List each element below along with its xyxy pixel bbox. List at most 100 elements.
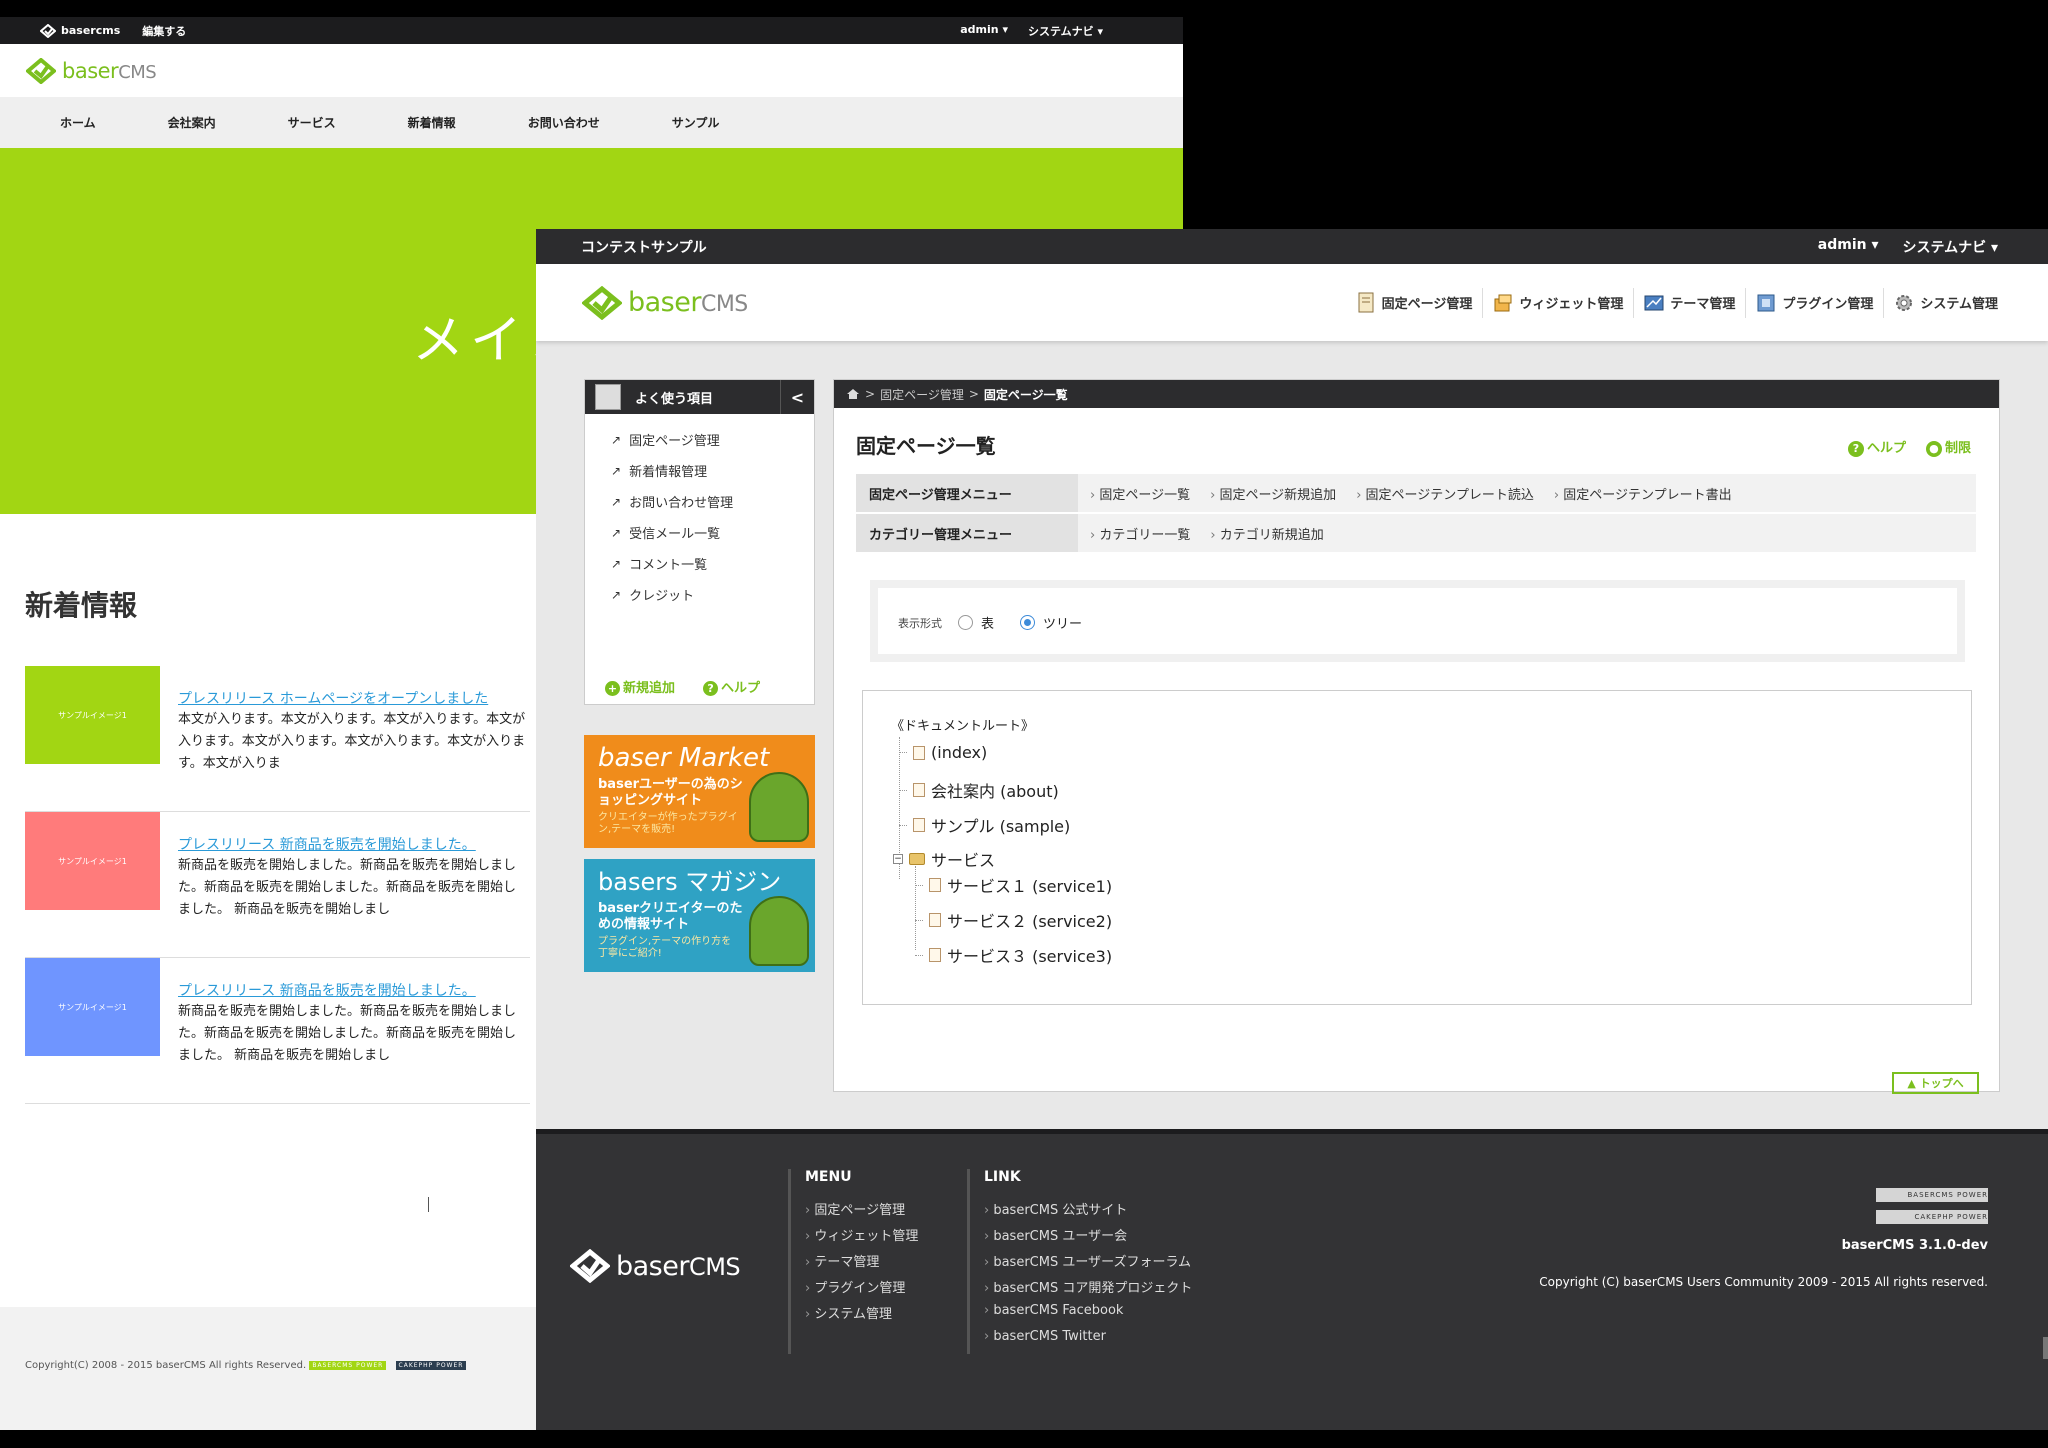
tree-folder[interactable]: − サービス [893,847,995,871]
breadcrumb-parent[interactable]: 固定ページ管理 [880,386,964,403]
footer-link[interactable]: baserCMS 公式サイト [984,1199,1192,1225]
favorite-item[interactable]: ↗ 固定ページ管理 [611,424,814,455]
footer-menu-item[interactable]: ウィジェット管理 [805,1225,918,1251]
news-thumbnail[interactable]: サンプルイメージ1 [25,666,160,764]
favorites-header: よく使う項目 < [585,380,814,414]
restrict-button[interactable]: ● 制限 [1925,437,1971,457]
nav-company[interactable]: 会社案内 [168,114,216,131]
tree-node[interactable]: サービス２ (service2) [915,908,1112,932]
radio-table[interactable] [958,615,973,630]
help-icon: ? [1847,440,1864,457]
footer-logo[interactable]: baserCMS [570,1249,741,1283]
user-menu[interactable]: admin ▾ [1818,237,1879,257]
favorite-item[interactable]: ↗ 新着情報管理 [611,455,814,486]
tree-node[interactable]: サンプル (sample) [899,813,1070,837]
lock-icon: ● [1925,440,1942,457]
favorite-item[interactable]: ↗ コメント一覧 [611,548,814,579]
tree-node[interactable]: 会社案内 (about) [899,778,1059,802]
cakephp-power-badge[interactable]: CAKEPHP POWER [1876,1210,1988,1224]
footer-link[interactable]: baserCMS ユーザーズフォーラム [984,1251,1192,1277]
collapse-sidebar-button[interactable]: < [780,380,814,414]
nav-home[interactable]: ホーム [60,114,96,131]
document-icon [913,745,925,760]
scrollbar-thumb[interactable] [2043,1337,2048,1359]
footer-link[interactable]: baserCMS Twitter [984,1329,1192,1355]
submenu-page-add[interactable]: 固定ページ新規追加 [1210,484,1336,503]
tree-root[interactable]: 《ドキュメントルート》 [891,715,1034,734]
favorite-item[interactable]: ↗ お問い合わせ管理 [611,486,814,517]
cakephp-power-badge[interactable]: CAKEPHP POWER [395,1360,467,1370]
help-button[interactable]: ? ヘルプ [1847,437,1906,457]
footer-menu-item[interactable]: プラグイン管理 [805,1277,918,1303]
system-nav-menu[interactable]: システムナビ ▾ [1903,237,1998,257]
tree-node[interactable]: サービス３ (service3) [915,943,1112,967]
favorites-help-button[interactable]: ? ヘルプ [703,677,760,696]
site-name-link[interactable]: コンテストサンプル [581,237,707,257]
submenu-category-add[interactable]: カテゴリ新規追加 [1210,524,1324,543]
help-icon: ? [703,681,719,696]
user-menu[interactable]: admin ▾ [960,23,1008,39]
news-link[interactable]: プレスリリース 新商品を販売を開始しました。 [178,834,476,854]
radio-table-label[interactable]: 表 [981,613,994,632]
favorites-title: よく使う項目 [635,391,714,407]
site-admin-logo[interactable]: basercms [40,23,121,38]
submenu-page-list[interactable]: 固定ページ一覧 [1090,484,1190,503]
basers-magazine-banner[interactable]: basers マガジン baserクリエイターのための情報サイト プラグイン,テ… [584,859,815,972]
tree-node[interactable]: サービス１ (service1) [915,873,1112,897]
nav-contact[interactable]: お問い合わせ [528,114,600,131]
admin-logo[interactable]: baserCMS [582,285,748,320]
logo-suffix: CMS [688,1252,741,1281]
menu-plugins[interactable]: プラグイン管理 [1745,287,1883,318]
news-thumbnail[interactable]: サンプルイメージ1 [25,958,160,1056]
basercms-power-badge[interactable]: BASERCMS POWER [309,1360,387,1370]
news-thumbnail[interactable]: サンプルイメージ1 [25,812,160,910]
favorite-label: コメント一覧 [629,558,708,573]
site-logo[interactable]: baserCMS [26,57,157,84]
submenu-template-export[interactable]: 固定ページテンプレート書出 [1554,484,1731,503]
site-copyright-text: Copyright(C) 2008 - 2015 baserCMS All ri… [25,1360,307,1371]
news-link[interactable]: プレスリリース 新商品を販売を開始しました。 [178,980,476,1000]
menu-widgets[interactable]: ウィジェット管理 [1482,287,1633,318]
footer-menu-item[interactable]: システム管理 [805,1303,918,1329]
nav-sample[interactable]: サンプル [672,114,720,131]
menu-system[interactable]: システム管理 [1883,287,2008,318]
menu-pages[interactable]: 固定ページ管理 [1346,288,1483,318]
footer-link[interactable]: baserCMS コア開発プロジェクト [984,1277,1192,1303]
news-item: サンプルイメージ1 プレスリリース 新商品を販売を開始しました。 新商品を販売を… [25,958,530,1104]
footer-menu-item[interactable]: テーマ管理 [805,1251,918,1277]
radio-tree-label[interactable]: ツリー [1043,613,1082,632]
add-favorite-button[interactable]: + 新規追加 [605,677,675,696]
tree-node[interactable]: (index) [899,743,987,762]
submenu-category-list[interactable]: カテゴリー一覧 [1090,524,1190,543]
favorite-item[interactable]: ↗ クレジット [611,579,814,610]
tree-node-label: 会社案内 (about) [931,782,1059,801]
banner-note: クリエイターが作ったプラグイン,テーマを販売! [598,812,738,835]
plus-icon: + [605,681,620,696]
pin-icon: ↗ [611,494,622,509]
basercms-power-badge[interactable]: BASERCMS POWER [1876,1188,1988,1202]
home-icon[interactable] [846,388,860,400]
system-nav-menu[interactable]: システムナビ ▾ [1028,23,1103,39]
folder-icon [909,853,925,865]
footer-link[interactable]: baserCMS ユーザー会 [984,1225,1192,1251]
news-link[interactable]: プレスリリース ホームページをオープンしました [178,688,488,708]
tree-node-label: サービス３ (service3) [947,947,1113,966]
favorite-item[interactable]: ↗ 受信メール一覧 [611,517,814,548]
favorites-footer: + 新規追加 ? ヘルプ [605,677,760,696]
banner-title: baser Market [598,743,770,773]
site-admin-logo-text: basercms [61,24,121,37]
news-body: 本文が入ります。本文が入ります。本文が入ります。本文が入ります。本文が入ります。… [178,712,526,771]
nav-service[interactable]: サービス [288,114,336,131]
baser-market-banner[interactable]: baser Market baserユーザーの為のショッピングサイト クリエイタ… [584,735,815,848]
edit-link[interactable]: 編集する [142,23,186,39]
collapse-toggle-icon[interactable]: − [893,854,903,864]
menu-themes[interactable]: テーマ管理 [1633,287,1745,318]
footer-menu-item[interactable]: 固定ページ管理 [805,1199,918,1225]
submenu-template-import[interactable]: 固定ページテンプレート読込 [1356,484,1534,503]
radio-tree[interactable] [1020,615,1036,630]
nav-news[interactable]: 新着情報 [408,114,456,131]
footer-link[interactable]: baserCMS Facebook [984,1303,1192,1329]
page-menu-label: 固定ページ管理メニュー [856,474,1078,512]
to-top-button[interactable]: ▲ トップへ [1892,1072,1979,1094]
logo-suffix: CMS [118,61,157,83]
